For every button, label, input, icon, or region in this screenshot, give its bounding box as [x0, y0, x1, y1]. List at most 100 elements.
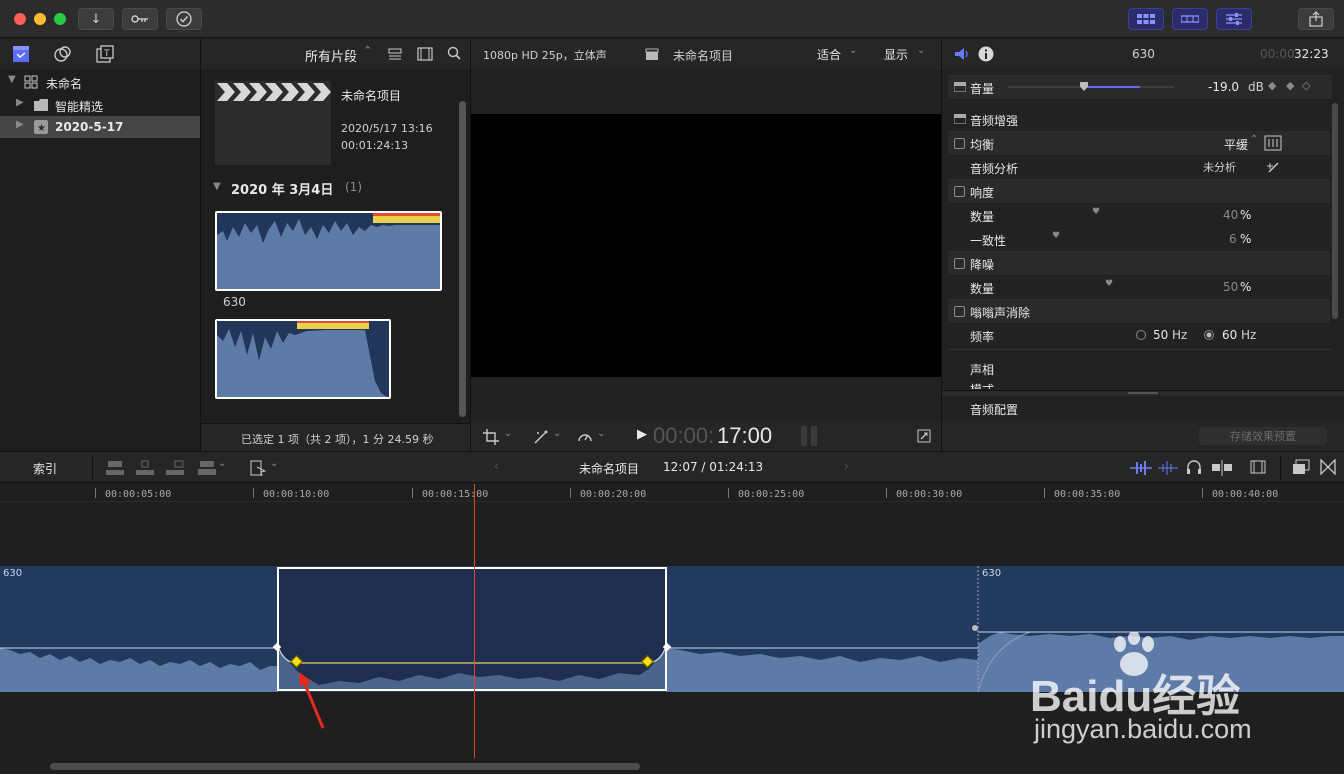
- background-tasks-button[interactable]: [166, 8, 202, 30]
- watermark-url: jingyan.baidu.com: [1034, 714, 1252, 744]
- pan-header[interactable]: 声相: [948, 357, 1332, 381]
- chevron-down-icon[interactable]: ⌄: [849, 45, 857, 56]
- equalization-checkbox[interactable]: [954, 138, 965, 149]
- titles-generators-icon[interactable]: T: [96, 45, 114, 63]
- disclosure-closed-icon[interactable]: ▶: [16, 119, 24, 130]
- play-button[interactable]: ▶: [637, 427, 647, 442]
- libraries-icon[interactable]: [12, 45, 30, 63]
- audio-speaker-icon[interactable]: [954, 46, 970, 62]
- headphones-icon[interactable]: [1186, 459, 1202, 475]
- close-window-button[interactable]: [14, 13, 26, 25]
- history-forward-icon[interactable]: ›: [844, 459, 849, 473]
- fullscreen-icon[interactable]: [917, 429, 931, 443]
- disclosure-open-icon[interactable]: ▼: [213, 181, 221, 192]
- clip-appearance-icon[interactable]: [1250, 459, 1266, 475]
- share-button[interactable]: [1298, 8, 1334, 30]
- chevron-down-icon[interactable]: ⌄: [917, 45, 925, 56]
- inspector-toggle-button[interactable]: [1216, 8, 1252, 30]
- effects-browser-icon[interactable]: [1292, 459, 1310, 475]
- inspector-scrollbar[interactable]: [1332, 103, 1338, 319]
- overwrite-clip-icon[interactable]: [198, 460, 216, 476]
- noise-removal-checkbox[interactable]: [954, 258, 965, 269]
- playhead[interactable]: [474, 484, 475, 758]
- photos-audio-icon[interactable]: [54, 45, 72, 63]
- project-thumbnail[interactable]: [215, 81, 331, 165]
- connect-clip-icon[interactable]: [106, 460, 124, 476]
- sidebar-item-event[interactable]: ▶ ★ 2020-5-17: [0, 116, 200, 138]
- loudness-amount-value[interactable]: 40: [1223, 208, 1238, 222]
- speed-gauge-icon[interactable]: [577, 429, 593, 445]
- clip-thumbnail-selected[interactable]: [215, 211, 442, 291]
- append-clip-icon[interactable]: [166, 460, 184, 476]
- equalizer-icon[interactable]: [1264, 135, 1282, 151]
- chevron-down-icon[interactable]: ⌄: [270, 458, 278, 469]
- zoom-fit-dropdown[interactable]: 适合: [817, 46, 841, 63]
- slider-thumb-icon[interactable]: ♥: [1105, 279, 1113, 289]
- timeline-scrollbar[interactable]: [50, 763, 640, 770]
- slider-thumb-icon[interactable]: ♥: [1052, 231, 1060, 241]
- timeline-ruler[interactable]: [0, 484, 1344, 502]
- info-icon[interactable]: [978, 46, 994, 62]
- slider-thumb-icon[interactable]: ♥: [1092, 207, 1100, 217]
- updown-chevron-icon[interactable]: ⌃: [363, 44, 372, 57]
- disclosure-closed-icon[interactable]: ▶: [16, 97, 24, 108]
- range-selection[interactable]: [277, 567, 667, 691]
- search-icon[interactable]: [447, 46, 461, 60]
- save-effects-preset-button[interactable]: 存储效果预置: [1199, 427, 1327, 445]
- hum-removal-checkbox[interactable]: [954, 306, 965, 317]
- view-options-dropdown[interactable]: 显示: [884, 46, 908, 63]
- transitions-browser-icon[interactable]: [1320, 459, 1336, 475]
- sidebar-item-smart-collections[interactable]: ▶ 智能精选: [0, 94, 200, 116]
- import-button[interactable]: ↓: [78, 8, 114, 30]
- keyframe-nav-icon[interactable]: ◆: [1268, 79, 1276, 92]
- loudness-checkbox[interactable]: [954, 186, 965, 197]
- keyframe-next-icon[interactable]: ◇: [1302, 79, 1310, 92]
- disclosure-open-icon[interactable]: ▼: [8, 74, 16, 85]
- freq-60-value: 60: [1222, 328, 1238, 342]
- ruler-label: 00:00:10:00: [263, 489, 330, 500]
- select-tool-icon[interactable]: [250, 459, 266, 477]
- timecode-display: 17:00: [717, 423, 773, 448]
- section-toggle-icon[interactable]: [954, 114, 966, 124]
- zoom-window-button[interactable]: [54, 13, 66, 25]
- equalization-preset-select[interactable]: 平缓: [1224, 136, 1248, 153]
- keyframe-add-icon[interactable]: ◆: [1286, 79, 1294, 92]
- timecode-dim: 00:00:: [653, 423, 715, 448]
- video-canvas[interactable]: [471, 114, 941, 377]
- updown-chevron-icon[interactable]: ⌃: [1250, 134, 1258, 145]
- filmstrip-icon[interactable]: [417, 47, 433, 61]
- browser-scrollbar[interactable]: [459, 101, 466, 417]
- crop-icon[interactable]: [483, 429, 499, 445]
- timeline-toggle-button[interactable]: [1172, 8, 1208, 30]
- timeline-index-button[interactable]: 索引: [33, 460, 57, 477]
- insert-clip-icon[interactable]: [136, 460, 154, 476]
- section-toggle-icon[interactable]: [954, 82, 966, 92]
- history-back-icon[interactable]: ‹: [494, 459, 499, 473]
- chevron-down-icon[interactable]: ⌄: [218, 458, 226, 469]
- clip-thumbnail[interactable]: [215, 319, 391, 399]
- uniformity-value[interactable]: 6: [1229, 232, 1237, 246]
- enhance-wand-icon[interactable]: [533, 429, 549, 445]
- snapping-icon[interactable]: [1212, 459, 1232, 477]
- library-root[interactable]: ▼ 未命名: [0, 71, 200, 93]
- audio-configuration-row[interactable]: 音频配置: [942, 396, 1344, 420]
- appearance-icon[interactable]: [388, 48, 402, 60]
- minimize-window-button[interactable]: [34, 13, 46, 25]
- chevron-down-icon[interactable]: ⌄: [504, 428, 512, 439]
- chevron-down-icon[interactable]: ⌄: [597, 428, 605, 439]
- freq-60-radio[interactable]: [1204, 330, 1214, 340]
- clip-filter-dropdown[interactable]: 所有片段: [305, 46, 357, 65]
- ruler-tick: [253, 488, 254, 498]
- freq-50-radio[interactable]: [1136, 330, 1146, 340]
- noise-amount-value[interactable]: 50: [1223, 280, 1238, 294]
- magic-wand-icon[interactable]: [1266, 160, 1282, 174]
- audio-enhancement-header[interactable]: 音频增强: [948, 107, 1332, 131]
- keyword-button[interactable]: [122, 8, 158, 30]
- volume-slider-thumb[interactable]: [1080, 82, 1088, 91]
- chevron-down-icon[interactable]: ⌄: [553, 428, 561, 439]
- browser-toggle-button[interactable]: [1128, 8, 1164, 30]
- viewer-project-name: 未命名项目: [673, 49, 734, 63]
- audio-skimming-icon[interactable]: [1158, 459, 1178, 477]
- audio-role-icon[interactable]: [1130, 459, 1152, 477]
- volume-value[interactable]: -19.0: [1208, 80, 1239, 94]
